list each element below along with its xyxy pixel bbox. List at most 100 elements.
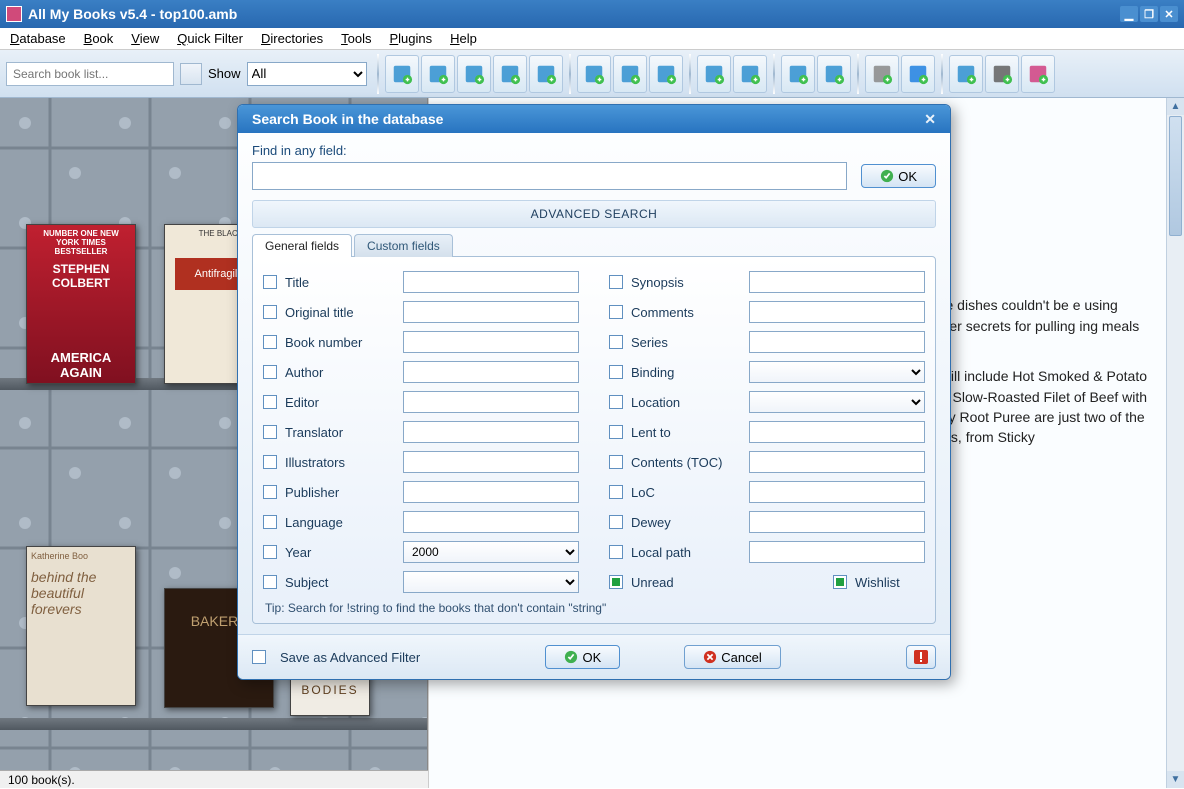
field-label[interactable]: Lent to [631, 425, 741, 440]
field-checkbox[interactable] [609, 365, 623, 379]
close-btn[interactable]: ✕ [1160, 6, 1178, 22]
field-label[interactable]: Contents (TOC) [631, 455, 741, 470]
scan-barcode-button[interactable] [493, 55, 527, 93]
wishlist-label[interactable]: Wishlist [855, 575, 925, 590]
field-checkbox[interactable] [609, 275, 623, 289]
field-select-binding[interactable] [749, 361, 925, 383]
field-checkbox[interactable] [609, 305, 623, 319]
field-label[interactable]: Binding [631, 365, 741, 380]
field-checkbox[interactable] [609, 515, 623, 529]
menu-book[interactable]: Book [84, 31, 114, 46]
field-label[interactable]: Language [285, 515, 395, 530]
field-label[interactable]: Dewey [631, 515, 741, 530]
field-label[interactable]: Author [285, 365, 395, 380]
field-label[interactable]: Title [285, 275, 395, 290]
field-checkbox[interactable] [609, 545, 623, 559]
stats-button[interactable] [1021, 55, 1055, 93]
field-checkbox[interactable] [609, 335, 623, 349]
tab-custom-fields[interactable]: Custom fields [354, 234, 453, 257]
field-checkbox[interactable] [609, 485, 623, 499]
field-label[interactable]: LoC [631, 485, 741, 500]
field-input-book-number[interactable] [403, 331, 579, 353]
field-checkbox[interactable] [263, 395, 277, 409]
field-input-series[interactable] [749, 331, 925, 353]
tab-general-fields[interactable]: General fields [252, 234, 352, 257]
book-cover[interactable]: Katherine Boo behind the beautiful forev… [26, 546, 136, 706]
field-label[interactable]: Comments [631, 305, 741, 320]
dialog-cancel-button[interactable]: Cancel [684, 645, 780, 669]
field-checkbox[interactable] [263, 305, 277, 319]
field-input-synopsis[interactable] [749, 271, 925, 293]
add-ebook-button[interactable] [421, 55, 455, 93]
field-select-year[interactable]: 2000 [403, 541, 579, 563]
field-input-dewey[interactable] [749, 511, 925, 533]
edit-image-button[interactable] [613, 55, 647, 93]
dialog-ok-button[interactable]: OK [545, 645, 620, 669]
save-filter-checkbox[interactable] [252, 650, 266, 664]
field-input-original-title[interactable] [403, 301, 579, 323]
minimize-btn[interactable]: ▁ [1120, 6, 1138, 22]
menu-quick-filter[interactable]: Quick Filter [177, 31, 243, 46]
vertical-scrollbar[interactable]: ▲ ▼ [1166, 98, 1184, 788]
edit-book-button[interactable] [577, 55, 611, 93]
field-checkbox[interactable] [263, 485, 277, 499]
open-book-button[interactable] [817, 55, 851, 93]
field-select-location[interactable] [749, 391, 925, 413]
field-label[interactable]: Subject [285, 575, 395, 590]
field-select-subject[interactable] [403, 571, 579, 593]
sort-button[interactable] [697, 55, 731, 93]
field-checkbox[interactable] [263, 275, 277, 289]
field-label[interactable]: Book number [285, 335, 395, 350]
menu-view[interactable]: View [131, 31, 159, 46]
field-checkbox[interactable] [263, 545, 277, 559]
dialog-warning-button[interactable] [906, 645, 936, 669]
scroll-thumb[interactable] [1169, 116, 1182, 236]
field-input-lent-to[interactable] [749, 421, 925, 443]
field-label[interactable]: Editor [285, 395, 395, 410]
search-web-button[interactable] [529, 55, 563, 93]
print-button[interactable] [985, 55, 1019, 93]
dialog-close-icon[interactable]: ✕ [924, 111, 936, 128]
field-checkbox[interactable] [609, 395, 623, 409]
field-checkbox[interactable] [263, 575, 277, 589]
scroll-down-arrow[interactable]: ▼ [1167, 771, 1184, 788]
scroll-up-arrow[interactable]: ▲ [1167, 98, 1184, 115]
wishlist-checkbox[interactable] [833, 575, 847, 589]
group-button[interactable] [733, 55, 767, 93]
add-audio-button[interactable] [457, 55, 491, 93]
field-label[interactable]: Year [285, 545, 395, 560]
field-checkbox[interactable] [263, 365, 277, 379]
field-checkbox[interactable] [609, 455, 623, 469]
field-input-publisher[interactable] [403, 481, 579, 503]
field-checkbox[interactable] [263, 455, 277, 469]
field-label[interactable]: Original title [285, 305, 395, 320]
add-book-button[interactable] [385, 55, 419, 93]
field-label[interactable]: Translator [285, 425, 395, 440]
search-go-btn[interactable] [180, 63, 202, 85]
field-label[interactable]: Location [631, 395, 741, 410]
field-label[interactable]: Publisher [285, 485, 395, 500]
field-input-title[interactable] [403, 271, 579, 293]
delete-book-button[interactable] [649, 55, 683, 93]
field-input-contents-(toc)[interactable] [749, 451, 925, 473]
dialog-title-bar[interactable]: Search Book in the database ✕ [238, 105, 950, 133]
field-input-translator[interactable] [403, 421, 579, 443]
find-any-input[interactable] [252, 162, 847, 190]
find-ok-button[interactable]: OK [861, 164, 936, 188]
menu-plugins[interactable]: Plugins [390, 31, 433, 46]
unread-checkbox[interactable] [609, 575, 623, 589]
field-input-language[interactable] [403, 511, 579, 533]
field-label[interactable]: Synopsis [631, 275, 741, 290]
field-input-local-path[interactable] [749, 541, 925, 563]
field-checkbox[interactable] [263, 425, 277, 439]
field-label[interactable]: Illustrators [285, 455, 395, 470]
search-input[interactable] [6, 62, 174, 86]
field-input-editor[interactable] [403, 391, 579, 413]
field-label[interactable]: Local path [631, 545, 741, 560]
menu-database[interactable]: Database [10, 31, 66, 46]
field-input-author[interactable] [403, 361, 579, 383]
maximize-btn[interactable]: ❐ [1140, 6, 1158, 22]
settings-button[interactable] [865, 55, 899, 93]
field-checkbox[interactable] [609, 425, 623, 439]
field-input-illustrators[interactable] [403, 451, 579, 473]
